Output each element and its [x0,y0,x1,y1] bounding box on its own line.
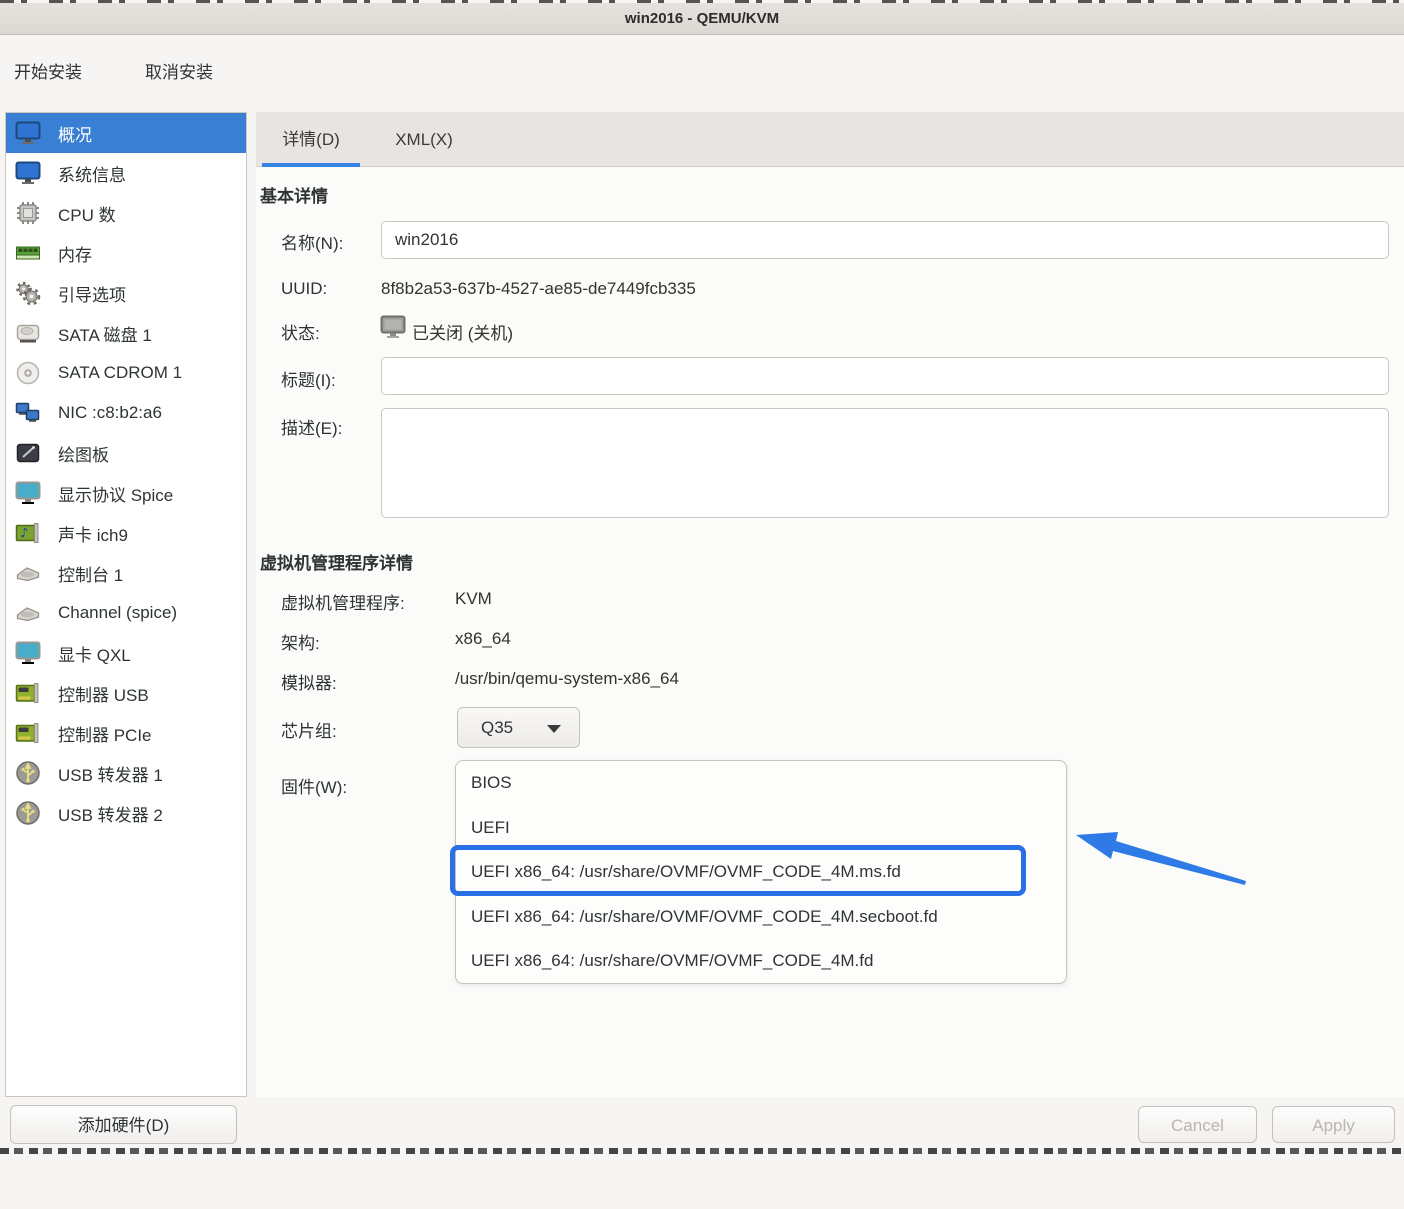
sidebar-item-tablet[interactable]: 绘图板 [6,433,246,473]
status-value: 已关闭 (关机) [412,324,514,343]
sidebar-item-label: SATA 磁盘 1 [58,325,152,345]
cancel-installation-button[interactable]: 取消安装 [145,56,213,90]
firmware-option[interactable]: BIOS [456,761,1066,806]
sidebar-item-controller-usb[interactable]: 控制器 USB [6,673,246,713]
status-label: 状态: [281,324,320,343]
sidebar-item-overview[interactable]: 概况 [6,113,246,153]
add-hardware-button[interactable]: 添加硬件(D) [10,1105,237,1144]
hypervisor-value: KVM [455,589,492,608]
tab-xml[interactable]: XML(X) [366,112,482,167]
sidebar-item-usb-redirector-1[interactable]: USB 转发器 1 [6,753,246,793]
tab-strip: 详情(D) XML(X) [256,112,1404,167]
sidebar-item-label: USB 转发器 2 [58,805,163,825]
sidebar-item-label: 显卡 QXL [58,645,131,665]
hardware-list: 概况系统信息 CPU 数内存引导选项 SATA 磁盘 1 SATA CDROM 1 NI… [5,112,247,1097]
firmware-label: 固件(W): [281,778,348,797]
emulator-value: /usr/bin/qemu-system-x86_64 [455,669,679,688]
tab-details[interactable]: 详情(D) [256,112,366,167]
window-title: win2016 - QEMU/KVM [624,10,780,27]
sidebar-item-label: CPU 数 [58,205,116,225]
sidebar-item-os-info[interactable]: 系统信息 [6,153,246,193]
begin-installation-button[interactable]: 开始安装 [14,56,82,90]
sidebar-item-label: 概况 [58,125,92,145]
chipset-label: 芯片组: [281,722,337,741]
chipset-value: Q35 [481,718,514,737]
firmware-option[interactable]: UEFI x86_64: /usr/share/OVMF/OVMF_CODE_4… [456,939,1066,983]
sidebar-item-label: 引导选项 [58,285,126,305]
sidebar-item-label: 控制器 PCIe [58,725,152,745]
sidebar-item-nic[interactable]: NIC :c8:b2:a6 [6,393,246,433]
sidebar-item-controller-pcie[interactable]: 控制器 PCIe [6,713,246,753]
title-bar: win2016 - QEMU/KVM [0,3,1404,35]
sidebar-item-sata-disk-1[interactable]: SATA 磁盘 1 [6,313,246,353]
serial-icon [16,607,40,622]
virt-manager-window: win2016 - QEMU/KVM 开始安装 取消安装 概况系统信息 CPU 数… [0,0,1404,1154]
shutoff-monitor-icon [380,315,406,338]
sidebar-item-label: USB 转发器 1 [58,765,163,785]
sidebar-item-label: 系统信息 [58,165,126,185]
uuid-value: 8f8b2a53-637b-4527-ae85-de7449fcb335 [381,279,696,298]
apply-button[interactable]: Apply [1272,1106,1395,1143]
name-label: 名称(N): [281,234,344,253]
monitor-blue-icon [15,161,41,184]
serial-icon [16,567,40,582]
sidebar-item-label: 绘图板 [58,445,109,465]
monitor-cyan-icon [15,641,41,664]
title-label: 标题(I): [281,371,336,390]
svg-text:♪: ♪ [20,526,28,541]
sidebar-item-sound-ich9[interactable]: ♪ 声卡 ich9 [6,513,246,553]
sidebar-item-label: 声卡 ich9 [58,525,128,545]
sidebar-item-label: NIC :c8:b2:a6 [58,403,162,422]
sidebar-item-video-qxl[interactable]: 显卡 QXL [6,633,246,673]
description-textarea[interactable] [381,408,1389,518]
sidebar-item-cpus[interactable]: CPU 数 [6,193,246,233]
sidebar-item-sata-cdrom-1[interactable]: SATA CDROM 1 [6,353,246,393]
sidebar-item-display-spice[interactable]: 显示协议 Spice [6,473,246,513]
firmware-option[interactable]: UEFI x86_64: /usr/share/OVMF/OVMF_CODE_4… [456,850,1066,895]
name-input[interactable] [381,221,1389,259]
hypervisor-label: 虚拟机管理程序: [281,594,405,613]
pci-card-icon [15,683,39,703]
cdrom-icon [16,361,40,385]
usb-icon [16,761,40,785]
pci-card-icon [15,723,39,743]
memory-icon [16,246,40,260]
firmware-option[interactable]: UEFI x86_64: /usr/share/OVMF/OVMF_CODE_4… [456,895,1066,940]
firmware-option[interactable]: UEFI [456,806,1066,851]
usb-icon [16,801,40,825]
emulator-label: 模拟器: [281,674,337,693]
sidebar-item-label: 显示协议 Spice [58,485,174,505]
sidebar-item-label: 内存 [58,245,92,265]
monitor-blue-icon [15,121,41,144]
sidebar-item-channel-spice[interactable]: Channel (spice) [6,593,246,633]
disk-icon [16,324,40,343]
sidebar-item-usb-redirector-2[interactable]: USB 转发器 2 [6,793,246,833]
soundcard-icon: ♪ [15,523,39,543]
hypervisor-details-heading: 虚拟机管理程序详情 [260,554,413,573]
description-label: 描述(E): [281,419,343,438]
nic-icon [15,402,40,422]
basic-details-heading: 基本详情 [260,187,328,206]
firmware-options-list: BIOS UEFI UEFI x86_64: /usr/share/OVMF/OVM… [455,760,1067,984]
cancel-button[interactable]: Cancel [1138,1106,1257,1143]
cpu-icon [17,202,39,224]
chevron-down-icon [547,725,561,733]
architecture-label: 架构: [281,634,320,653]
uuid-label: UUID: [281,279,328,298]
sidebar-item-label: 控制器 USB [58,685,149,705]
tablet-icon [16,443,40,463]
sidebar-item-memory[interactable]: 内存 [6,233,246,273]
bottom-crop-artifact [0,1148,1404,1154]
gears-icon [16,281,41,306]
title-input[interactable] [381,357,1389,395]
sidebar-item-label: SATA CDROM 1 [58,363,183,382]
sidebar-item-label: 控制台 1 [58,565,124,585]
chipset-dropdown[interactable]: Q35 [457,707,580,748]
sidebar-item-console-1[interactable]: 控制台 1 [6,553,246,593]
architecture-value: x86_64 [455,629,511,648]
sidebar-item-boot-options[interactable]: 引导选项 [6,273,246,313]
sidebar-item-label: Channel (spice) [58,603,178,622]
monitor-cyan-icon [15,481,41,504]
